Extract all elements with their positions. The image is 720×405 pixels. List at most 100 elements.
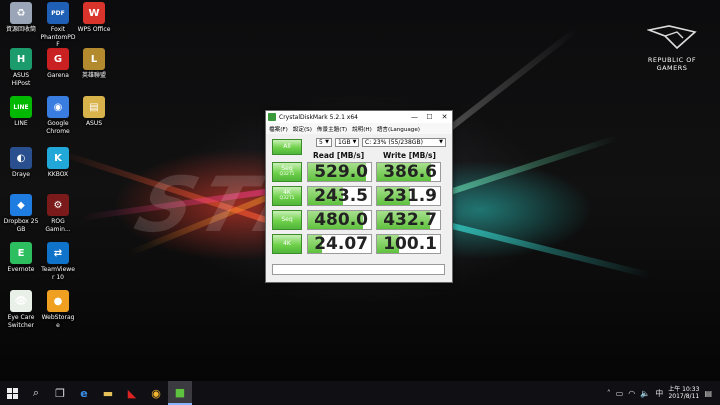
menu-help[interactable]: 說明(H) [352, 125, 372, 133]
kkbox-icon: K [47, 147, 69, 169]
write-result-cell: 100.1 [376, 234, 441, 254]
runs-select[interactable]: 5 ▼ [316, 138, 332, 147]
desktop-shortcut[interactable]: L 英雄聯盟 [76, 48, 112, 80]
start-button[interactable] [0, 381, 24, 405]
desktop-shortcut[interactable]: PDF Foxit PhantomPDF [40, 2, 76, 49]
desktop-shortcut[interactable]: W WPS Office [76, 2, 112, 34]
all-button-label: All [283, 142, 291, 150]
desktop-shortcut[interactable]: ⇄ TeamViewer 10 [40, 242, 76, 281]
clock[interactable]: 上午 10:33 2017/8/11 [668, 386, 699, 401]
chevron-down-icon: ▼ [352, 139, 357, 145]
edge-button[interactable]: e [72, 381, 96, 405]
lol-icon: L [83, 48, 105, 70]
menu-file[interactable]: 檔案(F) [269, 125, 288, 133]
desktop-shortcut[interactable]: ◉ Google Chrome [40, 96, 76, 135]
close-icon[interactable]: ✕ [437, 113, 452, 121]
wps-office-icon: W [83, 2, 105, 24]
file-explorer-button[interactable]: ▬ [96, 381, 120, 405]
test-controls: 5 ▼ 1GB ▼ C: 23% (55/238GB) ▼ [316, 138, 446, 147]
language-icon[interactable]: 中 [655, 388, 663, 399]
recycle-bin-icon: ♻ [10, 2, 32, 24]
crystaldiskmark-app-icon: ■ [174, 385, 186, 399]
window-title: CrystalDiskMark 5.2.1 x64 [279, 113, 358, 121]
test-button-sublabel: Q32T1 [279, 196, 295, 201]
desktop-shortcut-label: Dropbox 25 GB [3, 218, 39, 233]
chevron-down-icon: ▼ [439, 139, 443, 145]
test-button-label: 4K [283, 239, 291, 247]
maximize-icon[interactable]: ☐ [422, 113, 437, 121]
desktop-shortcut-label: LINE [14, 120, 28, 127]
crystaldiskmark-window: CrystalDiskMark 5.2.1 x64 — ☐ ✕ 檔案(F) 設定… [265, 110, 453, 283]
test-button-3[interactable]: Seq [272, 210, 302, 230]
desktop-shortcut-label: 資源回收筒 [5, 26, 36, 33]
size-value: 1GB [338, 139, 351, 146]
read-result-value: 480.0 [314, 210, 368, 230]
comment-field[interactable] [272, 264, 445, 275]
read-result-cell: 529.0 [307, 162, 372, 182]
desktop-shortcut[interactable]: ◐ Draye [3, 147, 39, 179]
network-icon[interactable]: ◠ [628, 389, 635, 398]
test-button-2[interactable]: 4K Q32T1 [272, 186, 302, 206]
test-button-4[interactable]: 4K [272, 234, 302, 254]
task-view-button[interactable]: ❐ [48, 381, 72, 405]
read-result-value: 529.0 [314, 162, 368, 182]
write-result-cell: 386.6 [376, 162, 441, 182]
menu-settings[interactable]: 設定(S) [293, 125, 312, 133]
desktop-shortcut[interactable]: 👁 Eye Care Switcher [3, 290, 39, 329]
desktop-shortcut-label: Foxit PhantomPDF [40, 26, 76, 48]
desktop-shortcut-label: WebStorage [41, 314, 75, 329]
desktop-shortcut[interactable]: ♻ 資源回收筒 [3, 2, 39, 34]
desktop-shortcut-label: Google Chrome [46, 120, 70, 135]
test-button-1[interactable]: Seq Q32T1 [272, 162, 302, 182]
rog-logo-line-2: GAMERS [656, 64, 688, 72]
desktop-shortcut-label: Eye Care Switcher [7, 314, 35, 329]
window-titlebar[interactable]: CrystalDiskMark 5.2.1 x64 — ☐ ✕ [266, 111, 452, 123]
desktop-shortcut[interactable]: ● WebStorage [40, 290, 76, 329]
rog-logo-line-1: REPUBLIC OF [647, 56, 697, 64]
desktop-shortcut-label: WPS Office [77, 26, 111, 33]
menu-language[interactable]: 語言(Language) [377, 125, 420, 133]
desktop-shortcut[interactable]: E Evernote [3, 242, 39, 274]
size-select[interactable]: 1GB ▼ [335, 138, 359, 147]
minimize-icon[interactable]: — [407, 113, 422, 121]
edge-icon: e [80, 386, 88, 400]
read-header: Read [MB/s] [313, 151, 365, 160]
garena-icon: G [47, 48, 69, 70]
write-result-value: 432.7 [383, 210, 437, 230]
test-button-sublabel: Q32T1 [279, 172, 295, 177]
desktop-shortcut-label: Evernote [7, 266, 35, 273]
chevron-down-icon: ▼ [325, 139, 329, 145]
read-result-cell: 480.0 [307, 210, 372, 230]
crystaldiskmark-taskbar-button[interactable]: ■ [168, 381, 192, 405]
line-icon: LINE [10, 96, 32, 118]
desktop-shortcut[interactable]: LINE LINE [3, 96, 39, 128]
write-result-value: 386.6 [383, 162, 437, 182]
desktop-shortcut[interactable]: ◆ Dropbox 25 GB [3, 194, 39, 233]
drive-select[interactable]: C: 23% (55/238GB) ▼ [362, 138, 446, 147]
desktop-shortcut[interactable]: ▤ ASUS [76, 96, 112, 128]
desktop-shortcut-label: Garena [47, 72, 69, 79]
chrome-icon: ◉ [47, 96, 69, 118]
taskbar: ⌕ ❐ e ▬ ◣ ◉ ■ ˄ ▭ ◠ 🔈 中 上午 10:33 2017/8/… [0, 381, 720, 405]
evernote-icon: E [10, 242, 32, 264]
search-button[interactable]: ⌕ [24, 381, 48, 405]
rog-logo: REPUBLIC OF GAMERS [632, 22, 712, 72]
desktop-shortcut[interactable]: H ASUS HiPost [3, 48, 39, 87]
show-hidden-icons-icon[interactable]: ˄ [607, 389, 611, 398]
menu-theme[interactable]: 佈景主題(T) [317, 125, 347, 133]
desktop-shortcut[interactable]: K KKBOX [40, 147, 76, 179]
runs-value: 5 [319, 139, 323, 146]
menu-bar: 檔案(F) 設定(S) 佈景主題(T) 說明(H) 語言(Language) [266, 123, 452, 134]
notification-center-icon[interactable]: ▤ [704, 389, 712, 398]
desktop-shortcut-label: ROG Gamin... [45, 218, 71, 233]
rog-app-button[interactable]: ◣ [120, 381, 144, 405]
desktop: STRIX REPUBLIC OF GAMERS ♻資源回收筒PDFFoxit … [0, 0, 720, 381]
battery-icon[interactable]: ▭ [616, 389, 624, 398]
desktop-shortcut[interactable]: ⚙ ROG Gamin... [40, 194, 76, 233]
write-result-value: 100.1 [383, 234, 437, 254]
chrome-taskbar-button[interactable]: ◉ [144, 381, 168, 405]
desktop-shortcut[interactable]: G Garena [40, 48, 76, 80]
all-button[interactable]: All [272, 139, 302, 155]
folder-icon: ▬ [102, 386, 114, 400]
volume-icon[interactable]: 🔈 [640, 389, 650, 398]
